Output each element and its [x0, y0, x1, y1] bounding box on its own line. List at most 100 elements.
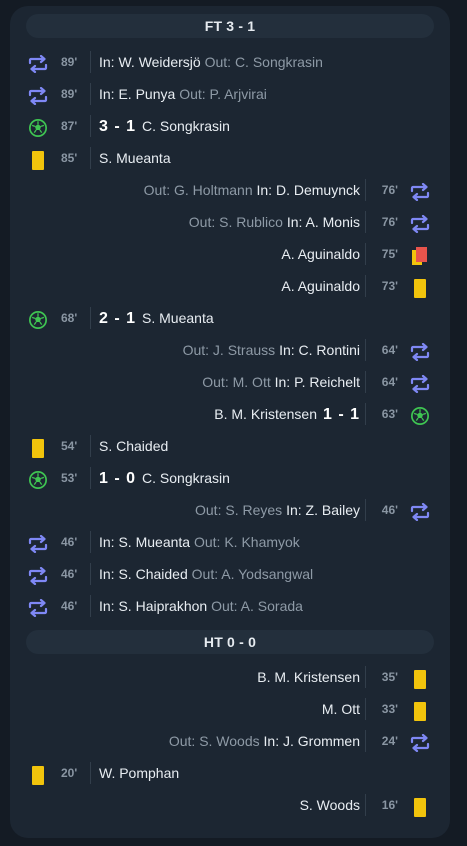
substitution-event-row: 46' In: S. Mueanta Out: K. Khamyok [10, 526, 450, 558]
divider [365, 243, 366, 265]
divider [365, 698, 366, 720]
substitution-icon [410, 182, 430, 202]
yellow-card-icon [410, 669, 430, 689]
sub-out-label: Out: [193, 534, 221, 550]
player-in-name: A. Monis [305, 214, 360, 230]
yellow-card-event-row: 20' W. Pomphan [10, 757, 450, 789]
booked-player-name: A. Aguinaldo [281, 278, 360, 294]
substitution-event-row: 89' In: W. Weidersjö Out: C. Songkrasin [10, 46, 450, 78]
sub-out-label: Out: [202, 374, 229, 390]
substitution-icon [410, 733, 430, 753]
substitution-icon [28, 86, 48, 106]
substitution-icon [28, 54, 48, 74]
yellow-card-icon [410, 278, 430, 298]
football-goal-icon [28, 118, 48, 138]
player-out-name: A. Sorada [240, 598, 303, 614]
yellow-card-event-row: 16' S. Woods [10, 789, 450, 821]
goal-event-row: 63' B. M. Kristensen 1 - 1 [10, 398, 450, 430]
sub-in-label: In: [279, 342, 295, 358]
event-minute: 46' [381, 503, 398, 517]
event-description: W. Pomphan [99, 757, 179, 789]
goal-score: 3 - 1 [99, 118, 137, 135]
event-description: S. Mueanta [99, 142, 171, 174]
player-in-name: E. Punya [118, 86, 176, 102]
divider [90, 531, 91, 553]
sub-in-label: In: [286, 214, 303, 230]
booked-player-name: B. M. Kristensen [257, 669, 360, 685]
player-in-name: J. Grommen [282, 733, 360, 749]
yellow-card-event-row: 54' S. Chaided [10, 430, 450, 462]
booked-player-name: S. Woods [299, 797, 360, 813]
substitution-event-row: 64' Out: M. Ott In: P. Reichelt [10, 366, 450, 398]
player-out-name: S. Reyes [225, 502, 283, 518]
event-minute: 76' [381, 183, 398, 197]
event-minute: 85' [61, 151, 78, 165]
event-minute: 64' [381, 375, 398, 389]
divider [90, 51, 91, 73]
divider [365, 730, 366, 752]
event-description: In: S. Haiprakhon Out: A. Sorada [99, 590, 303, 622]
sub-in-label: In: [99, 54, 115, 70]
divider [90, 563, 91, 585]
goal-event-row: 87' 3 - 1 C. Songkrasin [10, 110, 450, 142]
event-description: Out: M. Ott In: P. Reichelt [202, 366, 360, 398]
player-in-name: S. Chaided [118, 566, 188, 582]
event-minute: 54' [61, 439, 78, 453]
sub-out-label: Out: [182, 342, 210, 358]
substitution-event-row: 24' Out: S. Woods In: J. Grommen [10, 725, 450, 757]
event-minute: 35' [381, 670, 398, 684]
divider [90, 435, 91, 457]
substitution-icon [28, 534, 48, 554]
substitution-icon [410, 214, 430, 234]
sub-out-label: Out: [204, 54, 232, 70]
divider [90, 595, 91, 617]
player-out-name: S. Woods [199, 733, 260, 749]
booked-player-name: A. Aguinaldo [281, 246, 360, 262]
divider [365, 499, 366, 521]
event-minute: 16' [381, 798, 398, 812]
player-out-name: S. Rublico [219, 214, 283, 230]
event-minute: 46' [61, 535, 78, 549]
divider [90, 83, 91, 105]
divider [365, 211, 366, 233]
event-minute: 33' [381, 702, 398, 716]
goal-event-row: 68' 2 - 1 S. Mueanta [10, 302, 450, 334]
event-minute: 63' [381, 407, 398, 421]
event-minute: 24' [381, 734, 398, 748]
player-out-name: M. Ott [232, 374, 271, 390]
yellow-card-icon [28, 765, 48, 785]
player-out-name: A. Yodsangwal [221, 566, 314, 582]
player-out-name: J. Strauss [212, 342, 276, 358]
sub-in-label: In: [286, 502, 302, 518]
football-goal-icon [28, 310, 48, 330]
substitution-icon [410, 502, 430, 522]
yellow-card-icon [28, 150, 48, 170]
match-events-card: FT 3 - 1 89' In: W. Weidersjö Out: C. Son… [10, 6, 450, 838]
player-out-name: G. Holtmann [174, 182, 253, 198]
goal-score: 2 - 1 [99, 310, 137, 327]
event-minute: 46' [61, 599, 78, 613]
event-description: In: S. Chaided Out: A. Yodsangwal [99, 558, 313, 590]
goal-score: 1 - 0 [99, 470, 137, 487]
event-minute: 64' [381, 343, 398, 357]
sub-in-label: In: [263, 733, 280, 749]
event-minute: 89' [61, 87, 78, 101]
event-description: In: E. Punya Out: P. Arjvirai [99, 78, 267, 110]
divider [365, 179, 366, 201]
substitution-event-row: 46' Out: S. Reyes In: Z. Bailey [10, 494, 450, 526]
full-time-header: FT 3 - 1 [26, 14, 434, 38]
goal-scorer-name: S. Mueanta [142, 310, 214, 326]
event-description: Out: J. Strauss In: C. Rontini [183, 334, 360, 366]
player-in-name: W. Weidersjö [118, 54, 201, 70]
substitution-event-row: 89' In: E. Punya Out: P. Arjvirai [10, 78, 450, 110]
sub-out-label: Out: [168, 733, 196, 749]
event-minute: 75' [381, 247, 398, 261]
goal-event-row: 53' 1 - 0 C. Songkrasin [10, 462, 450, 494]
yellow-card-icon [28, 438, 48, 458]
booked-player-name: W. Pomphan [99, 765, 180, 781]
sub-in-label: In: [99, 566, 115, 582]
player-in-name: S. Haiprakhon [118, 598, 208, 614]
football-goal-icon [410, 406, 430, 426]
event-description: Out: G. Holtmann In: D. Demuynck [144, 174, 360, 206]
event-minute: 73' [381, 279, 398, 293]
